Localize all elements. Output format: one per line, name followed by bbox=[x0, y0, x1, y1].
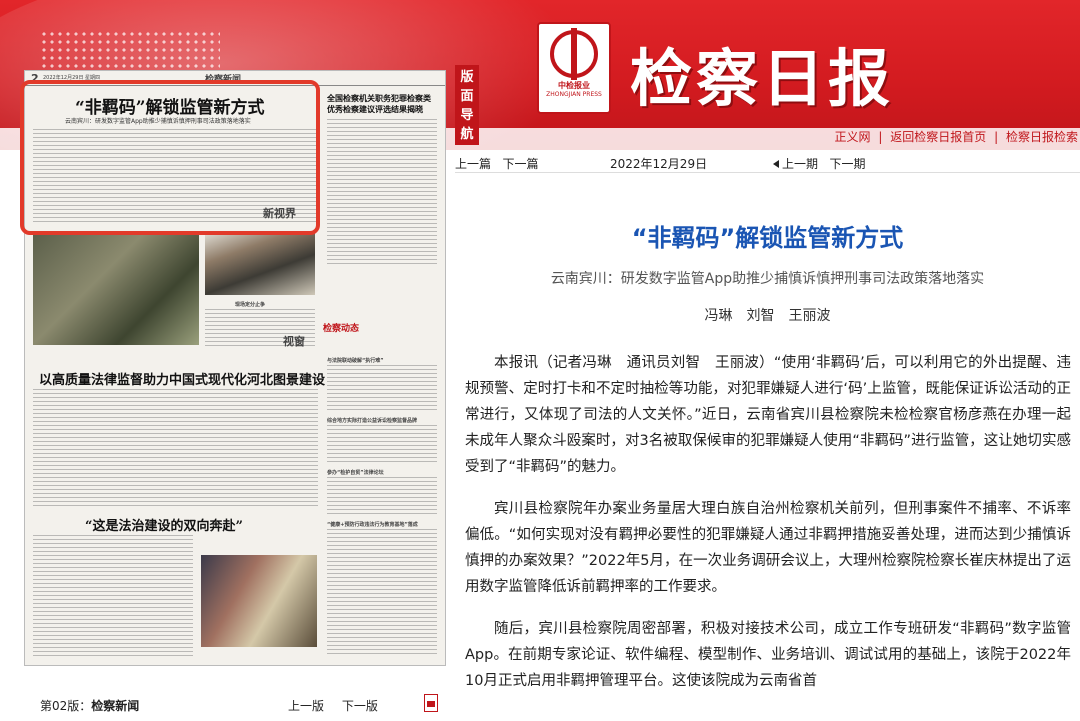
article-text-block bbox=[33, 389, 318, 507]
next-article-link[interactable]: 下一篇 bbox=[502, 157, 538, 171]
page-label: 第02版：检察新闻 bbox=[40, 697, 139, 714]
prev-page-link[interactable]: 上一版 bbox=[288, 699, 324, 713]
article-body: 本报讯（记者冯琳 通讯员刘智 王丽波）“使用‘非羁码’后，可以利用它的外出提醒、… bbox=[465, 350, 1071, 710]
article-nav-links: 上一篇 下一篇 bbox=[455, 155, 538, 172]
logo-text: 中检报业 bbox=[558, 81, 590, 90]
article-text-block bbox=[327, 477, 437, 517]
news-photo[interactable] bbox=[33, 233, 199, 345]
logo-mark-icon bbox=[550, 28, 598, 80]
selected-article-highlight bbox=[20, 80, 320, 235]
article-text-block bbox=[33, 535, 193, 657]
article-authors: 冯琳 刘智 王丽波 bbox=[704, 308, 831, 324]
masthead-title: 检察日报 bbox=[630, 42, 895, 115]
logo-en-text: ZHONGJIAN PRESS bbox=[546, 91, 602, 98]
article-paragraph: 随后，宾川县检察院周密部署，积极对接技术公司，成立工作专班研发“非羁码”数字监管… bbox=[465, 621, 1071, 689]
banner-dots bbox=[40, 30, 220, 70]
issue-nav: 上一期 下一期 bbox=[773, 155, 865, 172]
link-home[interactable]: 返回检察日报首页 bbox=[888, 130, 988, 144]
newspaper-side-headline[interactable]: 全国检察机关职务犯罪检察类优秀检察建议评选结果揭晓 bbox=[327, 93, 437, 115]
newspaper-headline-3[interactable]: “这是法治建设的双向奔赴” bbox=[85, 515, 243, 534]
shichuang-logo: 视窗 bbox=[283, 335, 305, 348]
dongtai-item[interactable]: “健康+预防行政违法行为教育基地”落成 bbox=[327, 521, 418, 528]
edition-nav-label: 版面导航 bbox=[460, 70, 474, 142]
article-navbar: 上一篇 下一篇 2022年12月29日 上一期 下一期 bbox=[455, 152, 1080, 173]
dongtai-item[interactable]: 与法院联动破解“执行难” bbox=[327, 357, 384, 364]
link-separator: | bbox=[994, 130, 999, 144]
dongtai-item[interactable]: 综合地方实际打造公益诉讼检察监督品牌 bbox=[327, 417, 417, 424]
dongtai-item[interactable]: 参办“检护自贸”法律论坛 bbox=[327, 469, 384, 476]
article-subtitle: 云南宾川：研发数字监管App助推少捕慎诉慎押刑事司法政策落地落实 bbox=[550, 271, 985, 287]
article-text-block bbox=[327, 529, 437, 655]
article-paragraph: 本报讯（记者冯琳 通讯员刘智 王丽波）“使用‘非羁码’后，可以利用它的外出提醒、… bbox=[465, 355, 1071, 475]
edition-nav-tab[interactable]: 版面导航 bbox=[455, 65, 479, 145]
article-text-block bbox=[327, 425, 437, 465]
page-number-label: 第02版： bbox=[40, 699, 92, 713]
top-links: 正义网 | 返回检察日报首页 | 检察日报检索 bbox=[833, 128, 1080, 145]
page-nav: 上一版 下一版 bbox=[288, 697, 392, 714]
link-search[interactable]: 检察日报检索 bbox=[1004, 130, 1080, 144]
article-title: “非羁码”解锁监管新方式 bbox=[631, 224, 904, 252]
prev-article-link[interactable]: 上一篇 bbox=[455, 157, 491, 171]
triangle-left-icon bbox=[773, 160, 779, 168]
article-text-block bbox=[327, 119, 437, 267]
newspaper-logo[interactable]: 中检报业 ZHONGJIAN PRESS bbox=[537, 22, 611, 114]
article-paragraph: 宾川县检察院年办案业务量居大理白族自治州检察机关前列，但刑事案件不捕率、不诉率偏… bbox=[465, 501, 1071, 595]
jiancha-dongtai-label: 检察动态 bbox=[323, 324, 360, 334]
next-page-link[interactable]: 下一版 bbox=[342, 699, 378, 713]
news-photo[interactable] bbox=[205, 233, 315, 295]
next-issue-link[interactable]: 下一期 bbox=[829, 157, 865, 171]
photo-caption: 现场定分止争 bbox=[235, 302, 266, 308]
news-photo[interactable] bbox=[201, 555, 317, 647]
page-name: 检察新闻 bbox=[91, 699, 140, 713]
link-zhengyi[interactable]: 正义网 bbox=[833, 130, 873, 144]
link-separator: | bbox=[878, 130, 883, 144]
newspaper-headline-2[interactable]: 以高质量法律监督助力中国式现代化河北图景建设 bbox=[39, 369, 325, 388]
issue-date: 2022年12月29日 bbox=[610, 157, 708, 171]
pdf-icon[interactable] bbox=[424, 694, 438, 712]
article-text-block bbox=[327, 365, 437, 413]
prev-issue-link[interactable]: 上一期 bbox=[782, 157, 818, 171]
